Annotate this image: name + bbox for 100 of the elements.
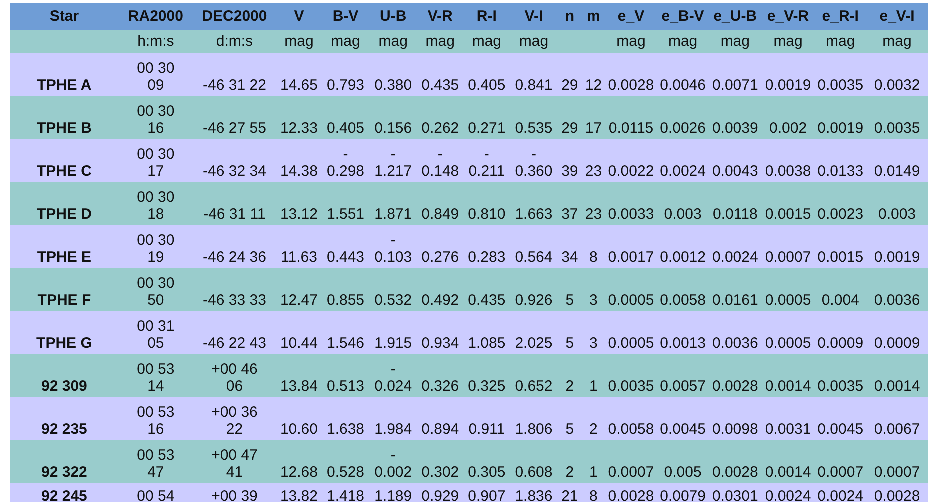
table-cell: 0.0007 xyxy=(866,440,928,483)
unit-label: h:m:s xyxy=(118,30,193,53)
table-cell: 0.0015 xyxy=(762,182,815,225)
table-cell: - 0.024 xyxy=(370,354,418,397)
table-cell: 0.0026 xyxy=(657,96,709,139)
unit-label: mag xyxy=(276,30,322,53)
table-cell: 12.33 xyxy=(276,96,322,139)
table-cell: 0.0014 xyxy=(762,354,815,397)
table-cell: 0.156 xyxy=(370,96,418,139)
table-cell: 29 xyxy=(558,53,582,96)
table-cell: 39 xyxy=(558,139,582,182)
table-cell: 0.0017 xyxy=(605,225,658,268)
table-cell: 0.0071 xyxy=(708,53,762,96)
column-header: e_B-V xyxy=(657,3,709,30)
table-cell: 0.0024 xyxy=(657,139,709,182)
table-cell: - 0.148 xyxy=(417,139,464,182)
table-cell: 0.535 xyxy=(510,96,558,139)
table-cell: 0.0024 xyxy=(814,483,867,502)
table-cell: -46 24 36 xyxy=(192,225,276,268)
table-cell: +00 47 41 xyxy=(192,440,276,483)
table-cell: 1.085 xyxy=(464,311,510,354)
table-cell: 23 xyxy=(582,182,606,225)
table-cell: 0.0019 xyxy=(866,225,928,268)
table-cell: 0.532 xyxy=(370,268,418,311)
table-cell: 00 30 09 xyxy=(118,53,193,96)
table-cell: +00 36 22 xyxy=(192,397,276,440)
column-header: Star xyxy=(10,3,119,30)
table-cell: 0.0022 xyxy=(605,139,658,182)
table-cell: 1.806 xyxy=(510,397,558,440)
table-cell: 3 xyxy=(582,311,606,354)
table-cell: 0.855 xyxy=(322,268,370,311)
table-cell: 0.0024 xyxy=(762,483,815,502)
table-cell: 0.793 xyxy=(322,53,370,96)
column-header: e_V xyxy=(605,3,658,30)
table-cell: 1.546 xyxy=(322,311,370,354)
table-cell: 0.0007 xyxy=(814,440,867,483)
column-header: B-V xyxy=(322,3,370,30)
table-cell: 0.380 xyxy=(370,53,418,96)
table-cell: 0.0035 xyxy=(814,354,867,397)
table-cell: 0.005 xyxy=(657,440,709,483)
unit-label: d:m:s xyxy=(192,30,276,53)
unit-label: mag xyxy=(657,30,709,53)
star-name: TPHE G xyxy=(10,311,119,354)
table-cell: 0.0009 xyxy=(866,311,928,354)
table-cell: 17 xyxy=(582,96,606,139)
unit-label: mag xyxy=(370,30,418,53)
table-cell: 0.0019 xyxy=(762,53,815,96)
table-cell: 0.003 xyxy=(657,182,709,225)
table-cell: 0.0028 xyxy=(708,354,762,397)
table-cell: 1.189 xyxy=(370,483,418,502)
table-cell: 0.0028 xyxy=(605,483,658,502)
table-cell: 12.68 xyxy=(276,440,322,483)
unit-label: mag xyxy=(814,30,867,53)
table-cell: 0.0036 xyxy=(866,268,928,311)
table-cell: 1.638 xyxy=(322,397,370,440)
table-cell: 0.0079 xyxy=(657,483,709,502)
table-cell: 0.0032 xyxy=(866,53,928,96)
table-cell: 00 53 14 xyxy=(118,354,193,397)
table-cell: 00 31 05 xyxy=(118,311,193,354)
table-cell: 0.528 xyxy=(322,440,370,483)
table-cell: 0.0019 xyxy=(814,96,867,139)
table-cell: 0.0058 xyxy=(657,268,709,311)
table-cell: -46 22 43 xyxy=(192,311,276,354)
table-cell: 0.0038 xyxy=(762,139,815,182)
star-name: TPHE E xyxy=(10,225,119,268)
table-cell: 2.025 xyxy=(510,311,558,354)
table-cell: 0.002 xyxy=(762,96,815,139)
table-cell: 0.405 xyxy=(322,96,370,139)
column-header: RA2000 xyxy=(118,3,193,30)
table-cell: 10.44 xyxy=(276,311,322,354)
table-cell: 12 xyxy=(582,53,606,96)
table-cell: 0.0039 xyxy=(708,96,762,139)
table-cell: 0.0013 xyxy=(657,311,709,354)
table-cell: 12.47 xyxy=(276,268,322,311)
table-cell: -46 31 11 xyxy=(192,182,276,225)
table-cell: 0.0045 xyxy=(814,397,867,440)
unit-label: mag xyxy=(762,30,815,53)
table-cell: -46 33 33 xyxy=(192,268,276,311)
table-cell: 0.0057 xyxy=(657,354,709,397)
unit-label: mag xyxy=(417,30,464,53)
table-cell: 0.305 xyxy=(464,440,510,483)
table-cell: 0.302 xyxy=(417,440,464,483)
table-cell: 0.926 xyxy=(510,268,558,311)
table-cell: 0.0024 xyxy=(708,225,762,268)
unit-label: mag xyxy=(866,30,928,53)
table-cell: 14.65 xyxy=(276,53,322,96)
table-cell: 3 xyxy=(582,268,606,311)
star-name: TPHE A xyxy=(10,53,119,96)
table-cell: 0.0161 xyxy=(708,268,762,311)
table-cell: 0.004 xyxy=(814,268,867,311)
table-cell: 0.326 xyxy=(417,354,464,397)
table-cell: 5 xyxy=(558,311,582,354)
table-cell: 0.271 xyxy=(464,96,510,139)
table-cell: 0.810 xyxy=(464,182,510,225)
column-header: U-B xyxy=(370,3,418,30)
table-cell: 0.283 xyxy=(464,225,510,268)
table-cell: 1 xyxy=(582,354,606,397)
table-cell: 0.0036 xyxy=(708,311,762,354)
table-cell: 0.0005 xyxy=(762,268,815,311)
table-cell: 1.663 xyxy=(510,182,558,225)
